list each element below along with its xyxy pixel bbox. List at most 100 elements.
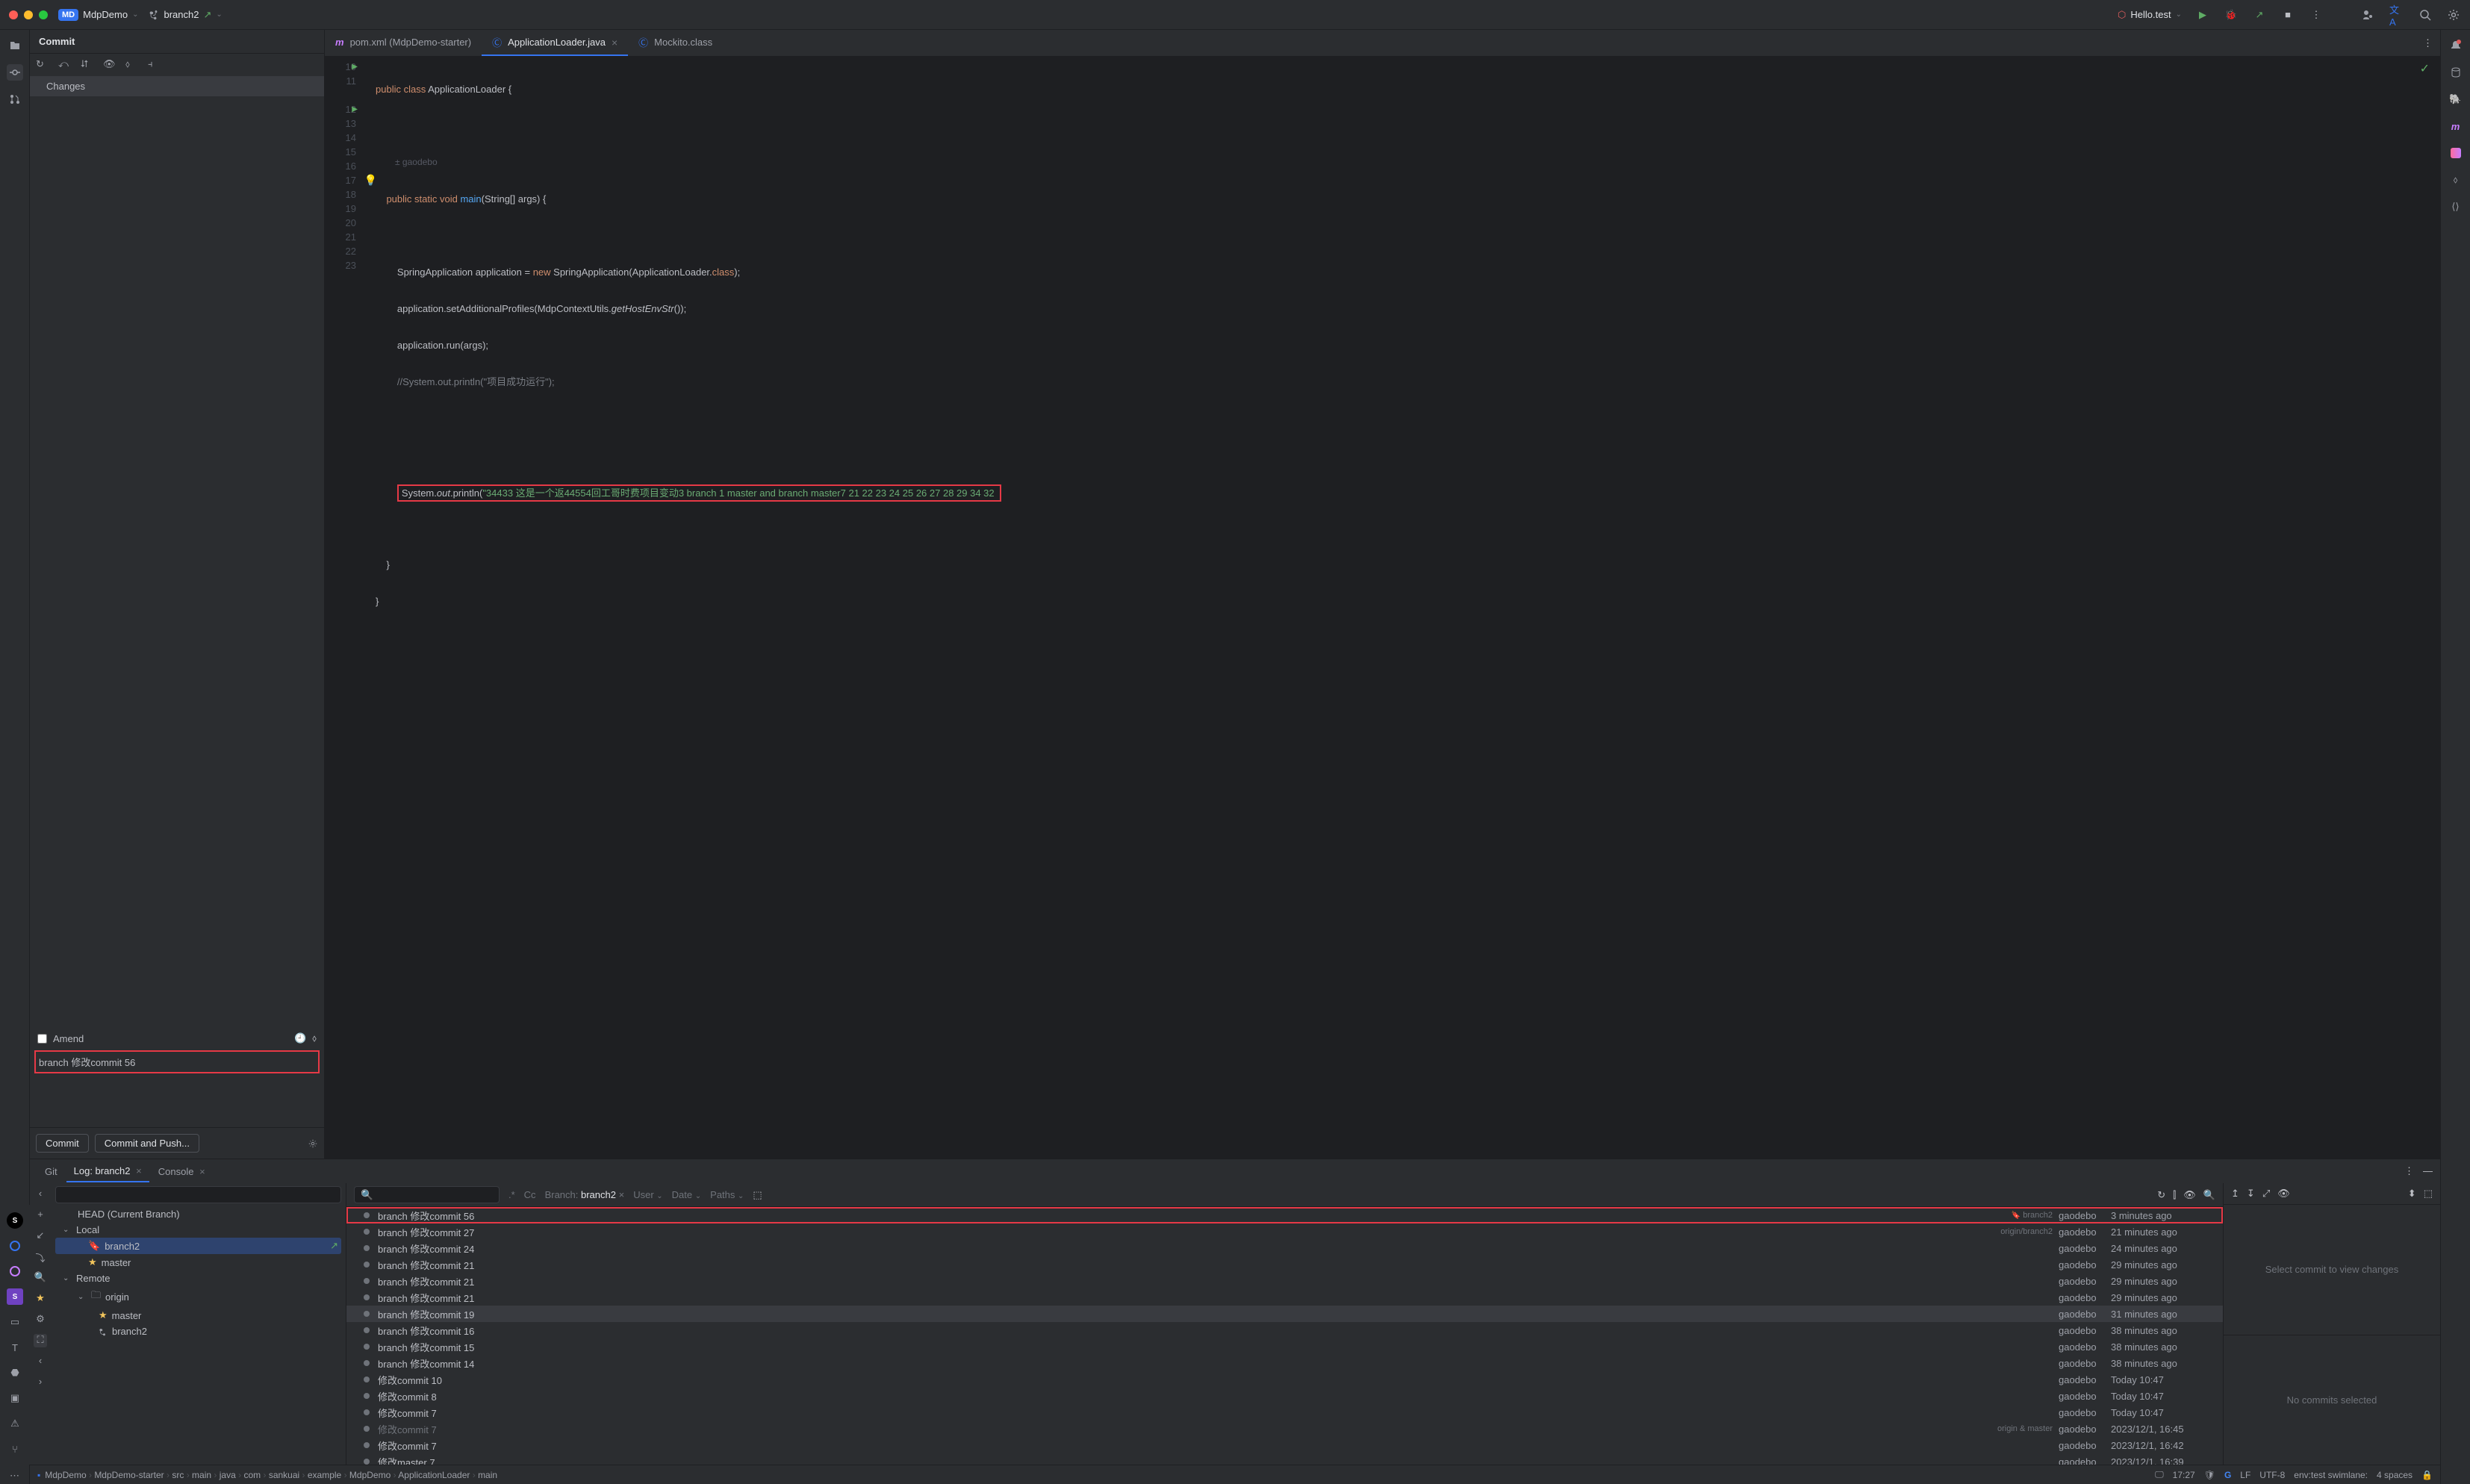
cherry-pick-icon[interactable]: ⫿	[2173, 1189, 2176, 1201]
gutter-line[interactable]: 15	[328, 145, 356, 159]
log-row[interactable]: branch 修改commit 27origin/branch2gaodebo2…	[346, 1223, 2223, 1240]
breadcrumb-item[interactable]: java	[220, 1470, 236, 1480]
breadcrumb-item[interactable]: MdpDemo-starter	[94, 1470, 164, 1480]
log-row[interactable]: branch 修改commit 24gaodebo24 minutes ago	[346, 1240, 2223, 1256]
gutter-line[interactable]: 17💡	[328, 173, 356, 187]
gutter-line[interactable]: 12	[328, 102, 356, 116]
endpoints-icon[interactable]: ⟨⟩	[2448, 199, 2464, 215]
circle-icon[interactable]	[7, 1238, 23, 1254]
gutter-line[interactable]: 18	[328, 187, 356, 202]
commit-and-push-button[interactable]: Commit and Push...	[95, 1134, 199, 1153]
log-row[interactable]: 修改commit 7gaodeboToday 10:47	[346, 1404, 2223, 1421]
branch-origin-branch2[interactable]: branch2	[55, 1324, 341, 1339]
commit-tool-icon[interactable]	[7, 64, 23, 81]
ai-assistant-icon[interactable]	[2448, 145, 2464, 161]
open-new-tab-icon[interactable]: ⬚	[753, 1189, 762, 1201]
commit-settings-icon[interactable]	[308, 1138, 318, 1149]
prev-diff-icon[interactable]: ↥	[2231, 1188, 2239, 1200]
status-lf[interactable]: LF	[2240, 1470, 2250, 1480]
code-area[interactable]: public class ApplicationLoader { ± gaode…	[367, 57, 2440, 1159]
project-selector[interactable]: MD MdpDemo ⌄	[58, 9, 138, 21]
diff-icon[interactable]: ⮃	[81, 58, 94, 72]
search-icon[interactable]: 🔍	[34, 1271, 47, 1285]
history-icon[interactable]: 🕘	[294, 1032, 306, 1044]
status-env[interactable]: env:test swimlane:	[2294, 1470, 2368, 1480]
add-icon[interactable]: +	[34, 1209, 47, 1222]
log-row[interactable]: 修改master 7gaodebo2023/12/1, 16:39	[346, 1453, 2223, 1465]
status-indent[interactable]: 4 spaces	[2377, 1470, 2413, 1480]
group-by-icon[interactable]: ⫞	[148, 58, 161, 72]
text-rail-icon[interactable]: T	[7, 1339, 23, 1356]
log-row[interactable]: branch 修改commit 15gaodebo38 minutes ago	[346, 1338, 2223, 1355]
log-row[interactable]: 修改commit 10gaodeboToday 10:47	[346, 1371, 2223, 1388]
editor-body[interactable]: ✓ 10 11 12 13 14 15 16 17💡 18 1	[325, 57, 2440, 1159]
status-lock-icon[interactable]: 🔒	[2421, 1470, 2433, 1480]
more-tools-icon[interactable]: ⋯	[7, 1468, 23, 1484]
settings-button[interactable]	[2446, 7, 2461, 22]
log-row[interactable]: branch 修改commit 56branch2gaodebo3 minute…	[346, 1207, 2223, 1223]
gutter-line[interactable]: 20	[328, 216, 356, 230]
eye-icon[interactable]: 👁	[2183, 1189, 2196, 1201]
commit-message-input[interactable]: branch 修改commit 56	[34, 1050, 320, 1073]
git-panel-options-icon[interactable]: ⋮	[2404, 1165, 2414, 1177]
maven-icon[interactable]: m	[2448, 118, 2464, 134]
git-panel-minimize-icon[interactable]: —	[2423, 1165, 2433, 1177]
gutter-line[interactable]: 14	[328, 131, 356, 145]
bookmark-rail-icon[interactable]: ▭	[7, 1314, 23, 1330]
log-row[interactable]: 修改commit 7origin & mastergaodebo2023/12/…	[346, 1421, 2223, 1437]
rollback-icon[interactable]: ⤺	[58, 58, 72, 72]
run-with-coverage-button[interactable]: ↗	[2252, 7, 2267, 22]
eye-icon[interactable]: 👁	[2277, 1188, 2290, 1200]
gutter-line[interactable]: 23	[328, 258, 356, 272]
breadcrumb-item[interactable]: ApplicationLoader	[398, 1470, 470, 1480]
pull-requests-icon[interactable]	[7, 91, 23, 107]
collapse-all-icon[interactable]: ‹	[34, 1355, 47, 1368]
log-row[interactable]: branch 修改commit 14gaodebo38 minutes ago	[346, 1355, 2223, 1371]
code-with-me-button[interactable]	[2361, 7, 2376, 22]
bulb-icon[interactable]: 💡	[364, 173, 377, 187]
branch-indicator[interactable]: branch2 ↗ ⌄	[149, 9, 222, 21]
filter-date[interactable]: Date ⌄	[672, 1189, 701, 1200]
branch-origin-group[interactable]: ⌄ 🗀 origin	[55, 1286, 341, 1307]
log-row[interactable]: branch 修改commit 21gaodebo29 minutes ago	[346, 1273, 2223, 1289]
search-everywhere-button[interactable]	[2418, 7, 2433, 22]
log-row[interactable]: branch 修改commit 16gaodebo38 minutes ago	[346, 1322, 2223, 1338]
amend-checkbox[interactable]	[37, 1034, 47, 1044]
status-encoding[interactable]: UTF-8	[2259, 1470, 2285, 1480]
swirl-icon[interactable]	[7, 1263, 23, 1279]
case-label[interactable]: Cc	[524, 1189, 536, 1200]
breadcrumb-item[interactable]: sankuai	[269, 1470, 299, 1480]
commit-button[interactable]: Commit	[36, 1134, 89, 1153]
maximize-window[interactable]	[39, 10, 48, 19]
log-row[interactable]: 修改commit 7gaodebo2023/12/1, 16:42	[346, 1437, 2223, 1453]
s-purple-icon[interactable]: S	[7, 1288, 23, 1305]
log-row[interactable]: 修改commit 8gaodeboToday 10:47	[346, 1388, 2223, 1404]
expand-icon[interactable]: ⤢	[2262, 1188, 2270, 1200]
regex-label[interactable]: .*	[508, 1189, 515, 1200]
log-row[interactable]: branch 修改commit 21gaodebo29 minutes ago	[346, 1256, 2223, 1273]
status-presentation-icon[interactable]: 🖵	[2155, 1469, 2164, 1480]
branch-head[interactable]: HEAD (Current Branch)	[55, 1206, 341, 1222]
branch-local-branch2[interactable]: 🔖 branch2 ↗	[55, 1238, 341, 1254]
filter-branch[interactable]: Branch: branch2 ×	[545, 1189, 625, 1200]
run-config-selector[interactable]: ⬡ Hello.test ⌄	[2118, 9, 2182, 21]
settings-icon[interactable]: ⚙	[34, 1313, 47, 1326]
s-badge-icon[interactable]: S	[7, 1212, 23, 1229]
coverage-icon[interactable]: ⬨	[2448, 172, 2464, 188]
breadcrumb-item[interactable]: example	[308, 1470, 341, 1480]
filter-paths[interactable]: Paths ⌄	[710, 1189, 744, 1200]
changelist-icon[interactable]: ⬨	[125, 58, 139, 72]
log-search-input[interactable]	[354, 1186, 500, 1203]
git-tab-log[interactable]: Log: branch2 ×	[66, 1161, 149, 1182]
editor-more-icon[interactable]: ⋮	[2423, 37, 2433, 49]
database-icon[interactable]	[2448, 64, 2464, 81]
minimize-window[interactable]	[24, 10, 33, 19]
terminal-rail-icon[interactable]: ▣	[7, 1390, 23, 1406]
tab-application-loader[interactable]: Ⓒ ApplicationLoader.java ×	[482, 30, 628, 56]
filter-user[interactable]: User ⌄	[633, 1189, 662, 1200]
breadcrumb-item[interactable]: main	[192, 1470, 211, 1480]
refresh-icon[interactable]: ↻	[36, 58, 49, 72]
build-rail-icon[interactable]: ⬣	[7, 1365, 23, 1381]
breadcrumb-item[interactable]: src	[172, 1470, 184, 1480]
more-actions-button[interactable]: ⋮	[2309, 7, 2324, 22]
